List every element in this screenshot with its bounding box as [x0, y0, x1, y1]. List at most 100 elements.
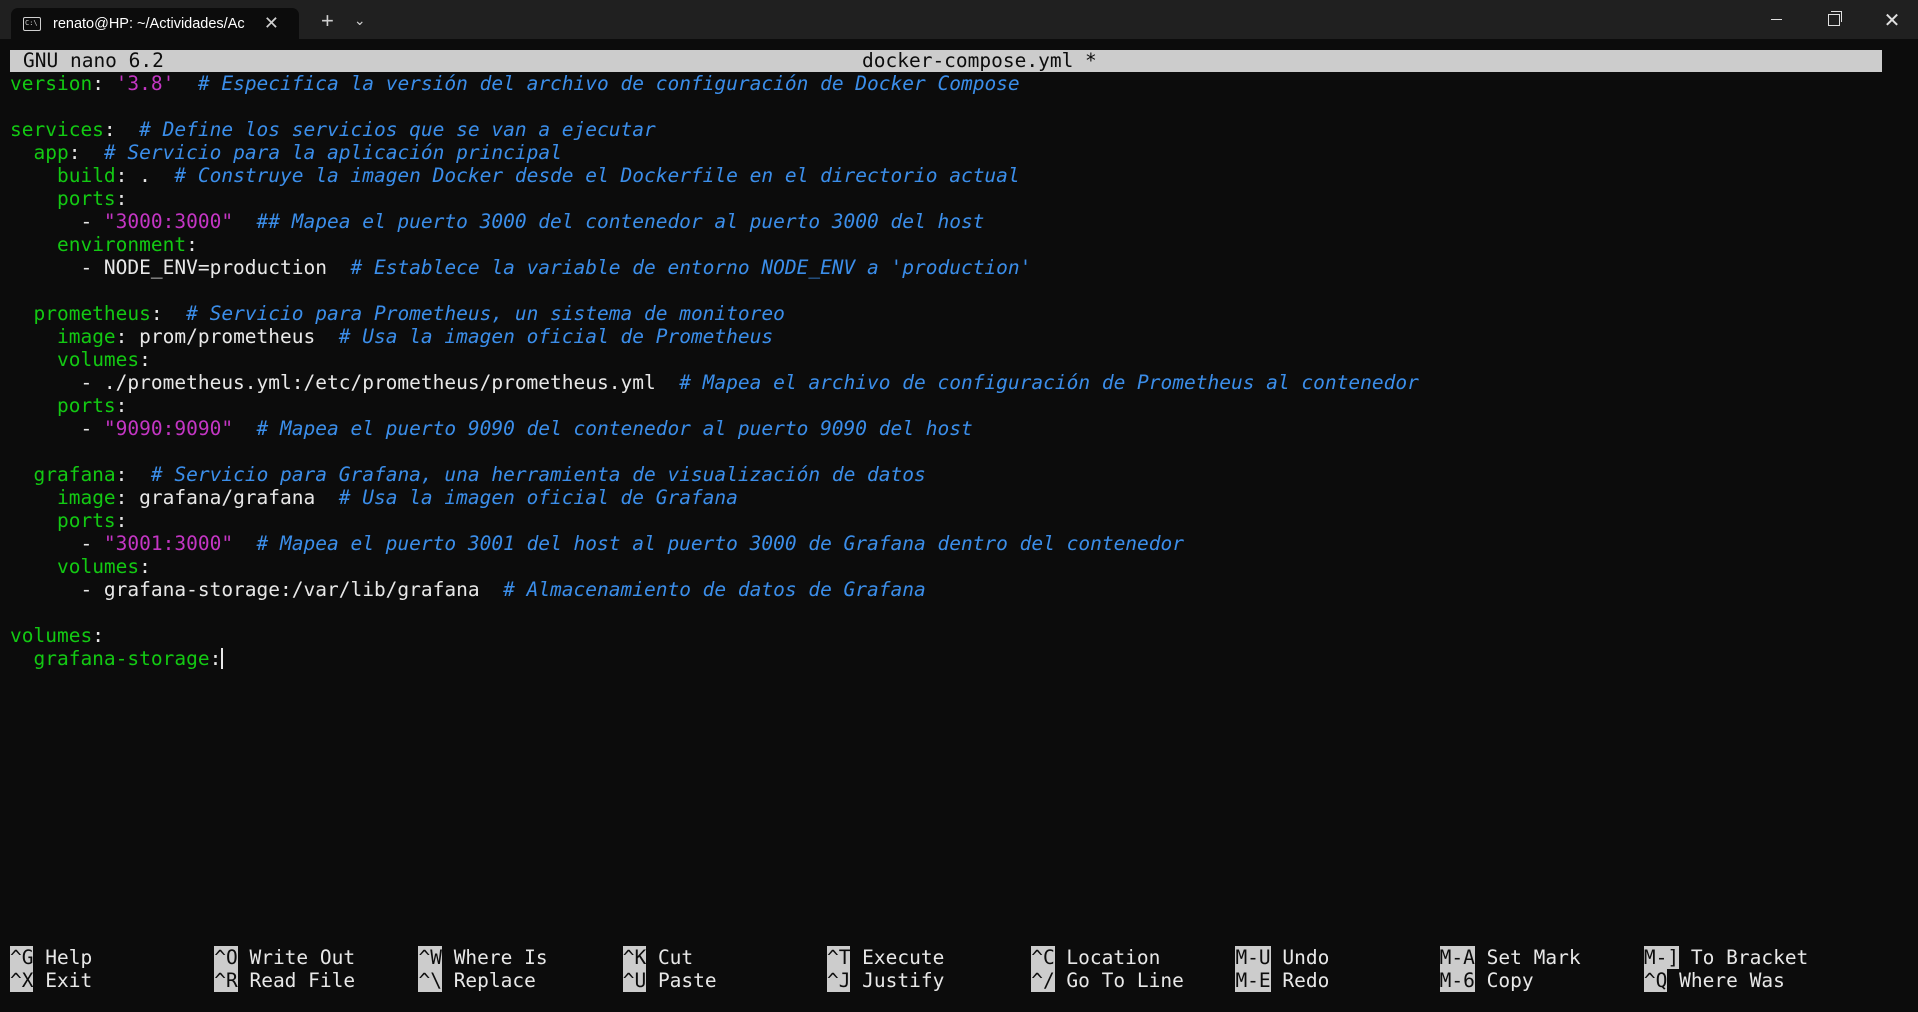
code-text: - grafana-storage:/var/lib/grafana	[10, 578, 504, 601]
minimize-button[interactable]	[1747, 0, 1805, 39]
code-key: volumes	[10, 624, 93, 647]
shortcut-item[interactable]: ^\ Replace	[418, 969, 536, 992]
code-comment: # Usa la imagen oficial de Grafana	[338, 486, 738, 509]
code-line[interactable]: environment:	[10, 233, 1419, 256]
code-key: prometheus	[33, 302, 151, 325]
chevron-down-icon[interactable]: ⌄	[354, 12, 366, 39]
code-line[interactable]	[10, 95, 1419, 118]
code-line[interactable]: ports:	[10, 187, 1419, 210]
code-line[interactable]: image: prom/prometheus # Usa la imagen o…	[10, 325, 1419, 348]
shortcut-label: Execute	[850, 946, 945, 969]
code-line[interactable]: grafana-storage:	[10, 647, 1419, 670]
shortcut-item[interactable]: ^O Write Out	[214, 946, 355, 969]
window-tabbar: renato@HP: ~/Actividades/Ac ✕ + ⌄	[0, 0, 1918, 39]
shortcut-label: Replace	[441, 969, 536, 992]
shortcut-item[interactable]: ^W Where Is	[418, 946, 548, 969]
shortcut-label: Help	[33, 946, 93, 969]
shortcut-item[interactable]: ^T Execute	[826, 946, 945, 969]
shortcut-label: To Bracket	[1679, 946, 1809, 969]
shortcut-key: M-]	[1643, 946, 1680, 969]
code-line[interactable]: prometheus: # Servicio para Prometheus, …	[10, 302, 1419, 325]
code-line[interactable]: app: # Servicio para la aplicación princ…	[10, 141, 1419, 164]
code-line[interactable]: volumes:	[10, 555, 1419, 578]
code-key: volumes	[56, 555, 140, 578]
file-name: docker-compose.yml *	[862, 49, 1097, 72]
shortcut-item[interactable]: ^K Cut	[622, 946, 694, 969]
code-line[interactable]: - "3001:3000" # Mapea el puerto 3001 del…	[10, 532, 1419, 555]
shortcut-item[interactable]: M-A Set Mark	[1439, 946, 1581, 969]
text-cursor	[221, 648, 224, 669]
code-text: :	[68, 141, 104, 164]
editor-buffer[interactable]: version: '3.8' # Especifica la versión d…	[10, 72, 1419, 670]
shortcut-label: Where Is	[441, 946, 548, 969]
code-line[interactable]: grafana: # Servicio para Grafana, una he…	[10, 463, 1419, 486]
shortcut-label: Cut	[646, 946, 694, 969]
terminal-icon	[23, 16, 41, 31]
code-key: version	[10, 72, 93, 95]
shortcut-item[interactable]: ^X Exit	[10, 969, 92, 992]
code-line[interactable]: build: . # Construye la imagen Docker de…	[10, 164, 1419, 187]
shortcut-item[interactable]: M-E Redo	[1235, 969, 1329, 992]
code-line[interactable]: image: grafana/grafana # Usa la imagen o…	[10, 486, 1419, 509]
code-text: :	[103, 118, 140, 141]
code-line[interactable]: - ./prometheus.yml:/etc/prometheus/prome…	[10, 371, 1418, 394]
new-tab-button[interactable]: +	[321, 10, 334, 39]
code-line[interactable]	[10, 279, 1419, 302]
code-line[interactable]: services: # Define los servicios que se …	[10, 118, 1419, 141]
shortcut-item[interactable]: ^Q Where Was	[1643, 969, 1785, 992]
close-tab-icon[interactable]: ✕	[264, 14, 279, 32]
code-text: - ./prometheus.yml:/etc/prometheus/prome…	[10, 371, 680, 394]
code-text: :	[139, 555, 151, 578]
close-window-button[interactable]: ✕	[1863, 0, 1918, 39]
code-line[interactable]: - "3000:3000" ## Mapea el puerto 3000 de…	[10, 210, 1419, 233]
code-key: environment	[56, 233, 187, 256]
shortcut-item[interactable]: ^J Justify	[826, 969, 944, 992]
shortcut-key: ^G	[10, 946, 34, 969]
code-comment: # Almacenamiento de datos de Grafana	[503, 578, 926, 601]
code-string: "9090:9090"	[103, 417, 234, 440]
code-line[interactable]: - grafana-storage:/var/lib/grafana # Alm…	[10, 578, 1419, 601]
code-line[interactable]: ports:	[10, 394, 1419, 417]
close-icon: ✕	[1883, 7, 1901, 32]
code-line[interactable]: ports:	[10, 509, 1419, 532]
code-string: "3001:3000"	[103, 532, 234, 555]
code-comment: # Usa la imagen oficial de Prometheus	[338, 325, 774, 348]
shortcut-item[interactable]: ^/ Go To Line	[1031, 969, 1184, 992]
code-key: volumes	[56, 348, 140, 371]
code-key: image	[56, 486, 116, 509]
shortcut-item[interactable]: ^G Help	[10, 946, 92, 969]
code-line[interactable]: - NODE_ENV=production # Establece la var…	[10, 256, 1419, 279]
code-line[interactable]	[10, 440, 1419, 463]
code-comment: # Servicio para Prometheus, un sistema d…	[186, 302, 785, 325]
shortcut-row-1: ^G Help ^O Write Out ^W Where Is ^K Cut ^T E…	[10, 946, 1910, 969]
shortcut-label: Go To Line	[1054, 969, 1184, 992]
code-text: - NODE_ENV=production	[10, 256, 351, 279]
shortcut-item[interactable]: ^U Paste	[622, 969, 717, 992]
shortcut-key: ^T	[826, 946, 851, 969]
shortcut-key: M-U	[1235, 946, 1271, 969]
shortcut-item[interactable]: ^C Location	[1031, 946, 1160, 969]
code-line[interactable]: volumes:	[10, 348, 1419, 371]
code-line[interactable]	[10, 601, 1419, 624]
shortcut-item[interactable]: M-] To Bracket	[1643, 946, 1809, 969]
shortcut-key: ^R	[214, 969, 238, 992]
code-line[interactable]: volumes:	[10, 624, 1419, 647]
code-comment: # Define los servicios que se van a ejec…	[139, 118, 656, 141]
code-line[interactable]: version: '3.8' # Especifica la versión d…	[10, 72, 1419, 95]
shortcut-item[interactable]: M-U Undo	[1235, 946, 1329, 969]
shortcut-item[interactable]: ^R Read File	[214, 969, 355, 992]
shortcut-bar: ^G Help ^O Write Out ^W Where Is ^K Cut ^T E…	[10, 946, 1910, 992]
code-string: "3000:3000"	[103, 210, 234, 233]
code-line[interactable]: - "9090:9090" # Mapea el puerto 9090 del…	[10, 417, 1419, 440]
shortcut-key: ^O	[214, 946, 238, 969]
code-text: :	[209, 647, 222, 670]
shortcut-key: ^/	[1031, 969, 1055, 992]
restore-button[interactable]	[1805, 0, 1863, 39]
shortcut-key: M-A	[1439, 946, 1475, 969]
terminal-tab[interactable]: renato@HP: ~/Actividades/Ac ✕	[11, 8, 299, 39]
shortcut-item[interactable]: M-6 Copy	[1439, 969, 1534, 992]
